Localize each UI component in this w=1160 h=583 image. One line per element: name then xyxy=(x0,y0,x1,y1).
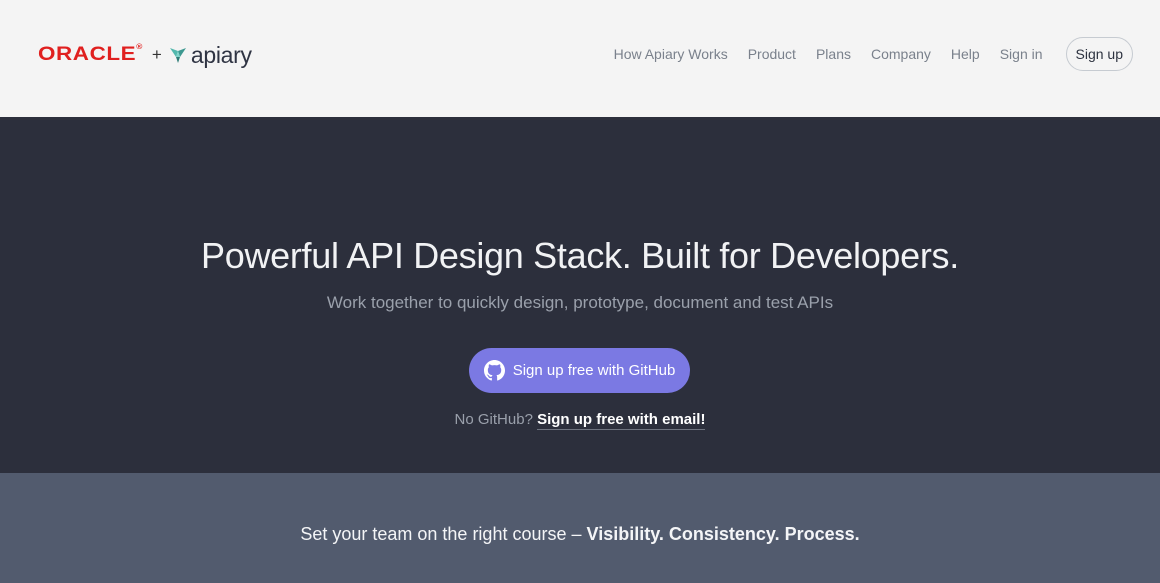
email-signup-prompt: No GitHub? Sign up free with email! xyxy=(0,411,1160,430)
value-statement-bold: Visibility. Consistency. Process. xyxy=(586,524,860,544)
nav-how-apiary-works[interactable]: How Apiary Works xyxy=(614,46,728,62)
nav-help[interactable]: Help xyxy=(951,46,980,62)
email-signup-link[interactable]: Sign up free with email! xyxy=(537,411,706,430)
email-signup-prefix: No GitHub? xyxy=(454,411,533,428)
github-signup-button[interactable]: Sign up free with GitHub xyxy=(469,348,690,393)
github-signup-label: Sign up free with GitHub xyxy=(512,362,676,379)
apiary-wordmark: apiary xyxy=(190,41,252,68)
main-nav: How Apiary Works Product Plans Company H… xyxy=(594,0,1133,108)
signup-button[interactable]: Sign up xyxy=(1065,37,1133,71)
nav-sign-in[interactable]: Sign in xyxy=(1000,46,1043,62)
oracle-apiary-logo[interactable]: ORACLE® + apiary xyxy=(38,38,252,72)
nav-product[interactable]: Product xyxy=(748,46,796,62)
value-statement: Set your team on the right course – Visi… xyxy=(0,524,1160,545)
apiary-leaf-icon xyxy=(169,48,186,63)
value-statement-prefix: Set your team on the right course – xyxy=(300,524,582,544)
oracle-logo: ORACLE® xyxy=(38,44,143,65)
hero-subtitle: Work together to quickly design, prototy… xyxy=(326,293,834,312)
site-header: ORACLE® + apiary How Apiary Works Produc… xyxy=(0,0,1160,117)
hero-section: Powerful API Design Stack. Built for Dev… xyxy=(0,117,1160,473)
nav-company[interactable]: Company xyxy=(871,46,931,62)
nav-plans[interactable]: Plans xyxy=(816,46,851,62)
value-band: Set your team on the right course – Visi… xyxy=(0,473,1160,583)
github-icon xyxy=(483,360,505,381)
logo-plus: + xyxy=(151,45,162,64)
hero-title: Powerful API Design Stack. Built for Dev… xyxy=(201,235,959,276)
